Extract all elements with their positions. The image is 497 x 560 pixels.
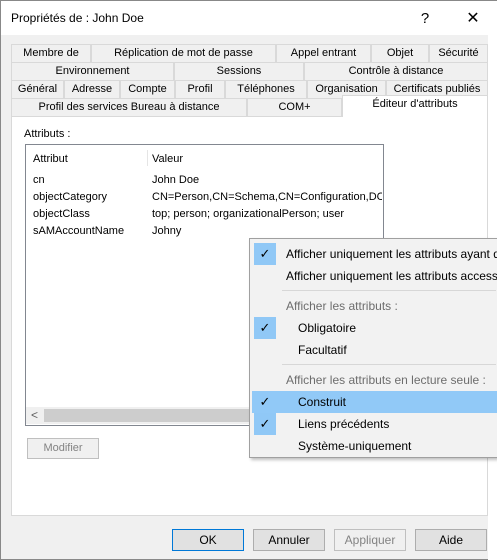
- check-icon: ✓: [254, 317, 276, 339]
- menu-item-label: Afficher uniquement les attributs ayant …: [286, 247, 497, 261]
- check-icon: ✓: [254, 243, 276, 265]
- attributes-label: Attributs :: [24, 128, 71, 140]
- list-header: Attribut Valeur: [26, 145, 383, 167]
- menu-item-constructed[interactable]: ✓ Construit: [252, 391, 497, 413]
- tab-com-plus[interactable]: COM+: [247, 98, 342, 116]
- window-title: Propriétés de : John Doe: [11, 11, 144, 25]
- attribute-name: objectCategory: [33, 191, 107, 203]
- menu-header-read-only: Afficher les attributs en lecture seule …: [252, 369, 497, 391]
- menu-item-optional[interactable]: Facultatif: [252, 339, 497, 361]
- attribute-value: CN=Person,CN=Schema,CN=Configuration,DC=: [152, 191, 382, 203]
- attribute-value: Johny: [152, 225, 182, 237]
- tab-appel-entrant[interactable]: Appel entrant: [276, 44, 371, 62]
- column-header-valeur[interactable]: Valeur: [152, 153, 183, 165]
- tab-general[interactable]: Général: [11, 80, 64, 98]
- apply-button[interactable]: Appliquer: [334, 529, 406, 551]
- tab-replication[interactable]: Réplication de mot de passe: [91, 44, 276, 62]
- tab-adresse[interactable]: Adresse: [64, 80, 120, 98]
- filter-context-menu: ✓ Afficher uniquement les attributs ayan…: [249, 238, 497, 458]
- check-icon: ✓: [254, 413, 276, 435]
- column-header-attribut[interactable]: Attribut: [33, 153, 68, 165]
- tab-controle-distance[interactable]: Contrôle à distance: [304, 62, 488, 80]
- menu-item-label: Construit: [298, 395, 347, 409]
- attribute-name: cn: [33, 174, 45, 186]
- menu-header-label: Afficher les attributs :: [286, 299, 398, 313]
- menu-item-show-with-values[interactable]: ✓ Afficher uniquement les attributs ayan…: [252, 243, 497, 265]
- tab-profil-bureau-distance[interactable]: Profil des services Bureau à distance: [11, 98, 247, 116]
- help-button[interactable]: Aide: [415, 529, 487, 551]
- menu-item-label: Liens précédents: [298, 417, 390, 431]
- menu-item-label: Obligatoire: [298, 321, 357, 335]
- menu-item-label: Facultatif: [298, 343, 347, 357]
- menu-item-label: Afficher uniquement les attributs access: [286, 269, 497, 283]
- help-icon[interactable]: ?: [405, 5, 445, 33]
- menu-item-backlinks[interactable]: ✓ Liens précédents: [252, 413, 497, 435]
- menu-item-mandatory[interactable]: ✓ Obligatoire: [252, 317, 497, 339]
- modify-button[interactable]: Modifier: [27, 438, 99, 459]
- attribute-value: top; person; organizationalPerson; user: [152, 208, 345, 220]
- attribute-value: John Doe: [152, 174, 200, 186]
- tab-membre-de[interactable]: Membre de: [11, 44, 91, 62]
- attribute-name: objectClass: [33, 208, 90, 220]
- check-icon: ✓: [254, 391, 276, 413]
- menu-item-show-writable[interactable]: Afficher uniquement les attributs access: [252, 265, 497, 287]
- tab-profil[interactable]: Profil: [175, 80, 225, 98]
- menu-header-label: Afficher les attributs en lecture seule …: [286, 373, 486, 387]
- menu-separator: [282, 290, 496, 291]
- title-bar: Propriétés de : John Doe ? ✕: [1, 1, 497, 35]
- scroll-left-icon[interactable]: <: [26, 407, 43, 424]
- menu-item-label: Système-uniquement: [298, 439, 412, 453]
- scrollbar-thumb[interactable]: [44, 409, 259, 422]
- tab-telephones[interactable]: Téléphones: [225, 80, 307, 98]
- cancel-button[interactable]: Annuler: [253, 529, 325, 551]
- table-row[interactable]: objectClass top; person; organizationalP…: [26, 206, 383, 223]
- table-row[interactable]: objectCategory CN=Person,CN=Schema,CN=Co…: [26, 189, 383, 206]
- tab-environnement[interactable]: Environnement: [11, 62, 174, 80]
- tab-compte[interactable]: Compte: [120, 80, 175, 98]
- menu-item-system-only[interactable]: Système-uniquement: [252, 435, 497, 457]
- ok-button[interactable]: OK: [172, 529, 244, 551]
- attribute-name: sAMAccountName: [33, 225, 125, 237]
- tab-securite[interactable]: Sécurité: [429, 44, 488, 62]
- close-icon[interactable]: ✕: [453, 5, 493, 33]
- column-divider[interactable]: [147, 150, 148, 166]
- menu-separator: [282, 364, 496, 365]
- tab-objet[interactable]: Objet: [371, 44, 429, 62]
- table-row[interactable]: cn John Doe: [26, 172, 383, 189]
- menu-header-show-attributes: Afficher les attributs :: [252, 295, 497, 317]
- tab-sessions[interactable]: Sessions: [174, 62, 304, 80]
- tab-editeur-attributs[interactable]: Éditeur d'attributs: [342, 95, 488, 117]
